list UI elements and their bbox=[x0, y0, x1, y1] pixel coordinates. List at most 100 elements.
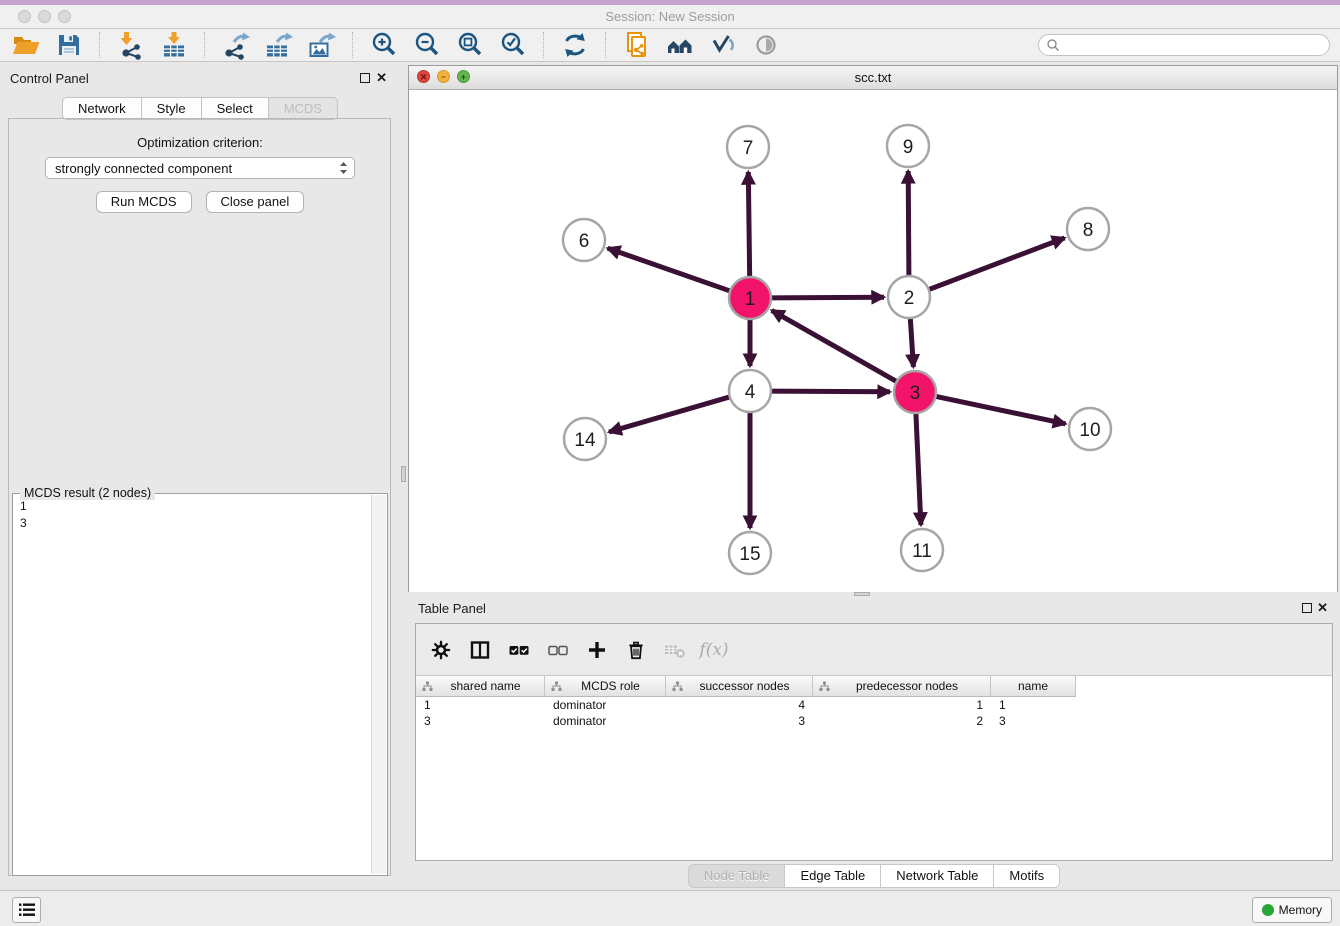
toolbar-separator bbox=[204, 32, 206, 58]
edge-2-9[interactable] bbox=[908, 171, 909, 278]
show-all-views-icon[interactable] bbox=[664, 30, 696, 60]
vertical-splitter-handle[interactable] bbox=[401, 466, 406, 482]
table-tabs: Node Table Edge Table Network Table Moti… bbox=[408, 864, 1340, 888]
memory-button[interactable]: Memory bbox=[1252, 897, 1332, 923]
node-label-14: 14 bbox=[574, 430, 596, 451]
table-row[interactable]: 1 dominator 4 1 1 bbox=[416, 697, 1332, 713]
table-settings-icon[interactable] bbox=[429, 638, 453, 662]
tab-style[interactable]: Style bbox=[142, 97, 202, 120]
cell-predecessor-nodes[interactable]: 1 bbox=[813, 697, 991, 713]
network-from-file-icon[interactable] bbox=[621, 30, 653, 60]
deselect-all-icon[interactable] bbox=[546, 638, 570, 662]
tab-mcds[interactable]: MCDS bbox=[269, 97, 338, 120]
minimize-window-button[interactable] bbox=[38, 10, 51, 23]
edge-1-6[interactable] bbox=[608, 248, 733, 292]
edge-1-2[interactable] bbox=[769, 297, 884, 298]
edge-3-10[interactable] bbox=[934, 396, 1066, 424]
close-panel-button[interactable]: Close panel bbox=[206, 191, 305, 213]
run-mcds-button[interactable]: Run MCDS bbox=[96, 191, 192, 213]
birds-eye-view-icon[interactable] bbox=[750, 30, 782, 60]
cell-shared-name[interactable]: 3 bbox=[416, 713, 545, 729]
zoom-in-icon[interactable] bbox=[368, 30, 400, 60]
edge-1-7[interactable] bbox=[748, 172, 749, 279]
column-type-icon bbox=[672, 681, 683, 692]
network-view-frame: scc.txt ✕ − + 7968124314101511 bbox=[408, 65, 1338, 592]
import-network-icon[interactable] bbox=[115, 30, 147, 60]
float-table-panel-icon[interactable] bbox=[1302, 603, 1312, 613]
search-field[interactable] bbox=[1038, 34, 1330, 56]
open-file-icon[interactable] bbox=[10, 30, 42, 60]
frame-maximize-icon[interactable]: + bbox=[457, 70, 470, 83]
horizontal-splitter-handle[interactable] bbox=[854, 592, 870, 596]
zoom-selected-icon[interactable] bbox=[497, 30, 529, 60]
toolbar-separator bbox=[99, 32, 101, 58]
column-header-successor-nodes[interactable]: successor nodes bbox=[666, 676, 813, 697]
frame-close-icon[interactable]: ✕ bbox=[417, 70, 430, 83]
result-scrollbar[interactable] bbox=[371, 495, 386, 874]
node-label-10: 10 bbox=[1079, 420, 1100, 441]
select-all-icon[interactable] bbox=[507, 638, 531, 662]
destroy-table-icon[interactable] bbox=[663, 638, 687, 662]
import-table-icon[interactable] bbox=[158, 30, 190, 60]
close-panel-icon[interactable]: ✕ bbox=[376, 72, 387, 84]
tab-network-table[interactable]: Network Table bbox=[880, 865, 993, 887]
toolbar-separator bbox=[352, 32, 354, 58]
float-panel-icon[interactable] bbox=[360, 73, 370, 83]
tab-edge-table[interactable]: Edge Table bbox=[784, 865, 880, 887]
node-label-2: 2 bbox=[904, 288, 915, 309]
criterion-select[interactable]: strongly connected component bbox=[45, 157, 355, 179]
save-session-icon[interactable] bbox=[53, 30, 85, 60]
tab-select[interactable]: Select bbox=[202, 97, 269, 120]
edge-2-3[interactable] bbox=[910, 316, 913, 367]
optimization-criterion-label: Optimization criterion: bbox=[0, 135, 400, 150]
create-column-icon[interactable] bbox=[585, 638, 609, 662]
export-image-icon[interactable] bbox=[306, 30, 338, 60]
node-label-4: 4 bbox=[745, 382, 756, 403]
column-header-shared-name[interactable]: shared name bbox=[416, 676, 545, 697]
edge-4-14[interactable] bbox=[609, 396, 732, 432]
network-canvas[interactable]: 7968124314101511 bbox=[409, 90, 1337, 592]
delete-column-icon[interactable] bbox=[624, 638, 648, 662]
tab-node-table[interactable]: Node Table bbox=[689, 865, 785, 887]
table-row[interactable]: 3 dominator 3 2 3 bbox=[416, 713, 1332, 729]
graphics-details-icon[interactable] bbox=[707, 30, 739, 60]
column-type-icon bbox=[551, 681, 562, 692]
cell-successor-nodes[interactable]: 3 bbox=[666, 713, 813, 729]
cell-shared-name[interactable]: 1 bbox=[416, 697, 545, 713]
network-graph[interactable]: 7968124314101511 bbox=[409, 90, 1337, 592]
cell-name[interactable]: 1 bbox=[991, 697, 1076, 713]
network-frame-titlebar[interactable]: scc.txt ✕ − + bbox=[409, 66, 1337, 90]
zoom-out-icon[interactable] bbox=[411, 30, 443, 60]
close-window-button[interactable] bbox=[18, 10, 31, 23]
column-header-name[interactable]: name bbox=[991, 676, 1076, 697]
search-input[interactable] bbox=[1060, 35, 1329, 55]
close-table-panel-icon[interactable]: ✕ bbox=[1317, 602, 1328, 614]
show-hide-columns-icon[interactable] bbox=[468, 638, 492, 662]
export-table-icon[interactable] bbox=[263, 30, 295, 60]
column-header-mcds-role[interactable]: MCDS role bbox=[545, 676, 666, 697]
toolbar-separator bbox=[543, 32, 545, 58]
frame-minimize-icon[interactable]: − bbox=[437, 70, 450, 83]
tab-network[interactable]: Network bbox=[62, 97, 142, 120]
maximize-window-button[interactable] bbox=[58, 10, 71, 23]
control-panel: Control Panel ✕ Network Style Select MCD… bbox=[0, 65, 400, 890]
application-window: Session: New Session Control Panel ✕ bbox=[0, 0, 1340, 926]
column-header-predecessor-nodes[interactable]: predecessor nodes bbox=[813, 676, 991, 697]
cell-name[interactable]: 3 bbox=[991, 713, 1076, 729]
tab-motifs[interactable]: Motifs bbox=[993, 865, 1059, 887]
edge-2-8[interactable] bbox=[927, 238, 1065, 290]
cell-mcds-role[interactable]: dominator bbox=[545, 697, 666, 713]
column-type-icon bbox=[422, 681, 433, 692]
export-network-icon[interactable] bbox=[220, 30, 252, 60]
function-builder-icon[interactable]: f(x) bbox=[702, 638, 726, 662]
cell-mcds-role[interactable]: dominator bbox=[545, 713, 666, 729]
zoom-fit-icon[interactable] bbox=[454, 30, 486, 60]
table-container: f(x) shared name MCDS role successor nod… bbox=[415, 623, 1333, 861]
edge-4-3[interactable] bbox=[769, 391, 890, 392]
cell-successor-nodes[interactable]: 4 bbox=[666, 697, 813, 713]
cell-predecessor-nodes[interactable]: 2 bbox=[813, 713, 991, 729]
edge-3-1[interactable] bbox=[772, 310, 899, 382]
task-history-button[interactable] bbox=[12, 897, 41, 923]
apply-layout-icon[interactable] bbox=[559, 30, 591, 60]
edge-3-11[interactable] bbox=[916, 411, 921, 525]
